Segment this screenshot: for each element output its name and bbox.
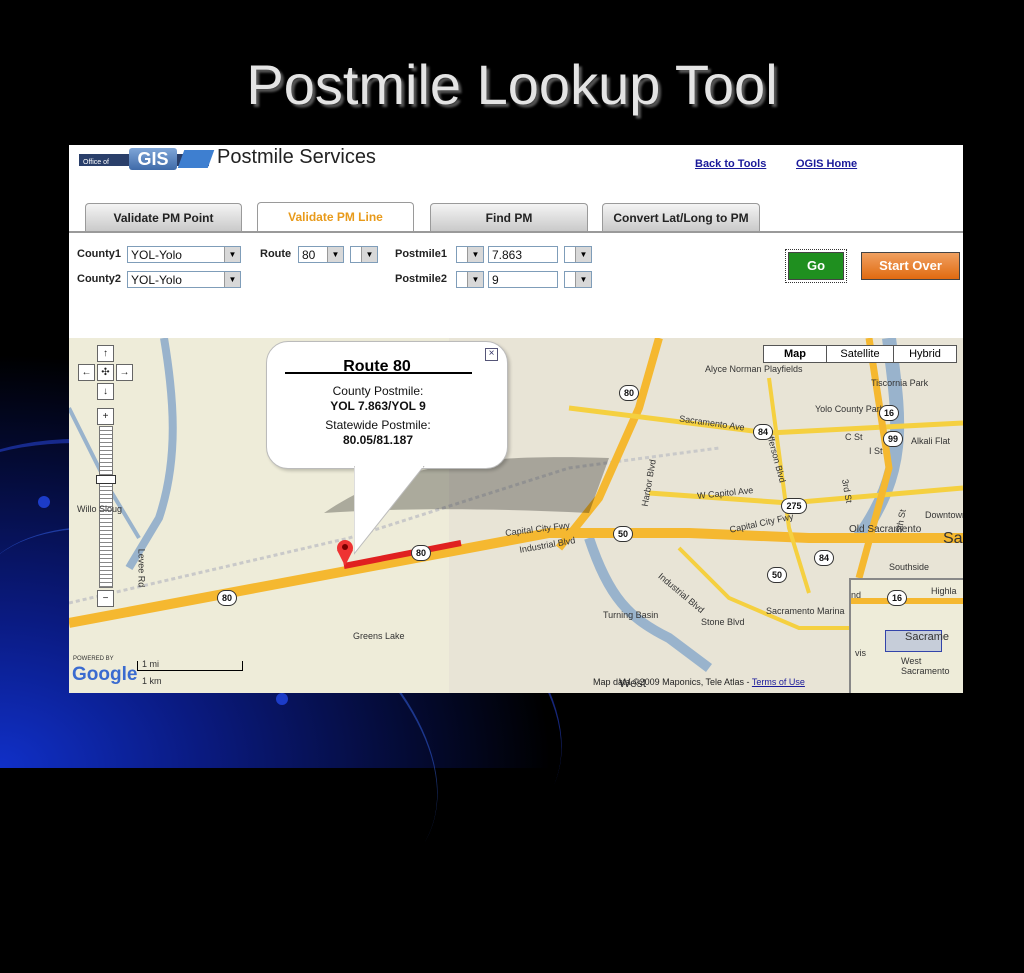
scale-km: 1 km <box>142 676 162 686</box>
county2-label: County2 <box>77 273 121 285</box>
map-label: Downtown <box>925 510 963 520</box>
right-arrow-icon[interactable]: → <box>116 364 133 381</box>
county2-select[interactable]: YOL-Yolo ▼ <box>127 271 241 288</box>
chevron-down-icon: ▼ <box>224 272 240 287</box>
map-type-hybrid[interactable]: Hybrid <box>893 345 957 363</box>
zoom-slider-handle[interactable] <box>96 475 116 484</box>
map-label: Tiscornia Park <box>871 378 929 388</box>
county-postmile-value: YOL 7.863/YOL 9 <box>330 399 426 413</box>
background-dot <box>38 496 50 508</box>
map-label: Alyce Norman Playfields <box>705 364 803 374</box>
postmile2-label: Postmile2 <box>395 273 447 285</box>
start-over-button[interactable]: Start Over <box>861 252 960 280</box>
gis-logo: Office of GIS <box>79 148 215 170</box>
statewide-postmile-label: Statewide Postmile: <box>325 418 431 432</box>
back-to-tools-link[interactable]: Back to Tools <box>695 158 766 170</box>
map-type-satellite[interactable]: Satellite <box>826 345 894 363</box>
highway-shield: 50 <box>767 567 787 583</box>
left-arrow-icon[interactable]: ← <box>78 364 95 381</box>
map-label: I St <box>869 446 883 456</box>
map-label: Greens Lake <box>353 631 405 641</box>
map-label: Willo Sloug <box>77 504 123 514</box>
chevron-down-icon: ▼ <box>224 247 240 262</box>
highway-shield: 16 <box>879 405 899 421</box>
county1-select[interactable]: YOL-Yolo ▼ <box>127 246 241 263</box>
map-label: Turning Basin <box>603 610 659 620</box>
center-icon[interactable]: ✣ <box>97 364 114 381</box>
tab-validate-pm-line[interactable]: Validate PM Line <box>257 202 414 233</box>
map-label: Old Sacramento <box>849 524 922 535</box>
powered-by-label: POWERED BY <box>73 656 114 662</box>
app-screenshot: Office of GIS Postmile Services Back to … <box>69 145 963 693</box>
postmile1-suffix-select[interactable]: ▼ <box>564 246 592 263</box>
google-logo: Google <box>72 664 138 685</box>
ogis-home-link[interactable]: OGIS Home <box>796 158 857 170</box>
map-label: Levee Rd <box>136 548 147 588</box>
route-suffix-select[interactable]: ▼ <box>350 246 378 263</box>
down-arrow-icon[interactable]: ↓ <box>97 383 114 400</box>
highway-shield: 80 <box>411 545 431 561</box>
tab-find-pm[interactable]: Find PM <box>430 203 588 232</box>
chevron-down-icon: ▼ <box>361 247 377 262</box>
highway-shield: 84 <box>753 424 773 440</box>
map-view[interactable]: Route 80 County Postmile: YOL 7.863/YOL … <box>69 338 963 693</box>
highway-shield: 80 <box>217 590 237 606</box>
map-label: Alkali Flat <box>911 436 951 446</box>
map-label: Southside <box>889 562 930 572</box>
postmile2-suffix-select[interactable]: ▼ <box>564 271 592 288</box>
page-heading: Postmile Services <box>217 146 376 168</box>
popup-pointer <box>354 466 425 555</box>
route-label: Route <box>260 248 292 260</box>
tab-convert-latlong[interactable]: Convert Lat/Long to PM <box>602 203 760 232</box>
postmile2-input[interactable]: 9 <box>488 271 558 288</box>
scale-mi: 1 mi <box>142 659 160 669</box>
slide-title: Postmile Lookup Tool <box>246 53 778 116</box>
county1-label: County1 <box>77 248 121 260</box>
zoom-out-button[interactable]: − <box>97 590 114 607</box>
tab-divider <box>69 231 963 233</box>
close-icon[interactable]: × <box>485 348 498 361</box>
highway-shield: 99 <box>883 431 903 447</box>
highway-shield: 50 <box>613 526 633 542</box>
chevron-down-icon: ▼ <box>467 272 483 287</box>
chevron-down-icon: ▼ <box>575 247 591 262</box>
postmile1-label: Postmile1 <box>395 248 447 260</box>
highway-shield: 84 <box>814 550 834 566</box>
county-postmile-label: County Postmile: <box>332 384 424 398</box>
route-popup: Route 80 County Postmile: YOL 7.863/YOL … <box>266 341 508 469</box>
up-arrow-icon[interactable]: ↑ <box>97 345 114 362</box>
postmile1-input[interactable]: 7.863 <box>488 246 558 263</box>
overview-map[interactable]: Highla nd 16 Sacrame vis West Sacramento <box>849 578 963 693</box>
map-label: Yolo County Park <box>815 404 885 414</box>
go-button[interactable]: Go <box>785 249 847 283</box>
postmile1-prefix-select[interactable]: ▼ <box>456 246 484 263</box>
map-label: Sacramento Marina <box>766 606 845 616</box>
chevron-down-icon: ▼ <box>575 272 591 287</box>
route-select[interactable]: 80 ▼ <box>298 246 344 263</box>
highway-shield: 275 <box>781 498 807 514</box>
map-copyright: Map data ©2009 Maponics, Tele Atlas - Te… <box>593 677 805 687</box>
map-label: C St <box>845 432 863 442</box>
map-label: Sa <box>943 530 963 547</box>
statewide-postmile-value: 80.05/81.187 <box>342 433 414 447</box>
zoom-in-button[interactable]: + <box>97 408 114 425</box>
postmile2-prefix-select[interactable]: ▼ <box>456 271 484 288</box>
map-canvas <box>69 338 963 693</box>
highway-shield: 16 <box>887 590 907 606</box>
background-dot <box>276 693 288 705</box>
highway-shield: 80 <box>619 385 639 401</box>
terms-of-use-link[interactable]: Terms of Use <box>752 677 805 687</box>
chevron-down-icon: ▼ <box>467 247 483 262</box>
map-type-map[interactable]: Map <box>763 345 827 363</box>
chevron-down-icon: ▼ <box>327 247 343 262</box>
map-label: Stone Blvd <box>701 617 745 627</box>
tab-validate-pm-point[interactable]: Validate PM Point <box>85 203 242 232</box>
